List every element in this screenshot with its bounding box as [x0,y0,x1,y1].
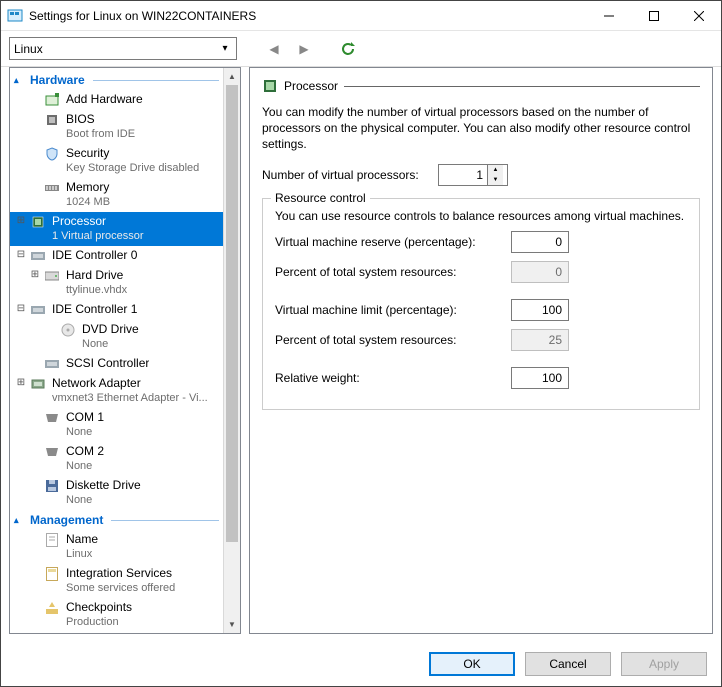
chevron-up-icon: ▴ [14,515,26,526]
vm-selector-value: Linux [14,42,218,56]
divider [111,520,219,521]
tree-item-integration[interactable]: Integration ServicesSome services offere… [10,564,223,598]
tree-item-diskette[interactable]: Diskette DriveNone [10,476,223,510]
fieldset-legend: Resource control [271,191,370,205]
processor-icon [262,78,278,94]
cancel-button[interactable]: Cancel [525,652,611,676]
detail-header: Processor [262,78,700,94]
hard-drive-icon [44,268,60,284]
reserve-pct-display [511,261,569,283]
detail-title: Processor [284,79,338,93]
expand-icon[interactable]: ⊞ [28,268,42,282]
reserve-label: Virtual machine reserve (percentage): [275,235,505,249]
collapse-icon[interactable]: ⊟ [14,248,28,262]
tree-item-bios[interactable]: BIOSBoot from IDE [10,110,223,144]
processor-icon [30,214,46,230]
tree-item-memory[interactable]: Memory1024 MB [10,178,223,212]
controller-icon [30,248,46,264]
apply-button[interactable]: Apply [621,652,707,676]
tree-item-checkpoints[interactable]: CheckpointsProduction [10,598,223,632]
tree-item-ide1[interactable]: ⊟ IDE Controller 1 [10,300,223,320]
serial-port-icon [44,444,60,460]
memory-icon [44,180,60,196]
chevron-up-icon: ▴ [14,75,26,86]
divider [93,80,219,81]
scroll-thumb[interactable] [226,85,238,542]
tree-item-hard-drive[interactable]: ⊞ Hard Drivettylinue.vhdx [10,266,223,300]
shield-icon [44,146,60,162]
reserve-input[interactable] [511,231,569,253]
floppy-icon [44,478,60,494]
management-section-label: Management [30,513,103,527]
detail-description: You can modify the number of virtual pro… [262,104,700,152]
integration-icon [44,566,60,582]
limit-pct-display [511,329,569,351]
toolbar: Linux ▾ ◀ ▶ [1,31,721,67]
limit-label: Virtual machine limit (percentage): [275,303,505,317]
num-processors-input[interactable] [439,165,487,185]
expand-icon[interactable]: ⊞ [14,214,28,228]
close-button[interactable] [676,1,721,31]
nav-forward-button[interactable]: ▶ [293,38,315,60]
controller-icon [30,302,46,318]
minimize-button[interactable] [586,1,631,31]
tree-item-smart-paging[interactable]: Smart Paging File LocationC:\ProgramData… [10,632,223,633]
tree-item-add-hardware[interactable]: Add Hardware [10,90,223,110]
app-icon [7,8,23,24]
tree-item-com1[interactable]: COM 1None [10,408,223,442]
titlebar: Settings for Linux on WIN22CONTAINERS [1,1,721,31]
settings-tree: ▴ Hardware Add Hardware BIOSBoot from ID… [9,67,241,634]
tree-item-dvd-drive[interactable]: DVD DriveNone [10,320,223,354]
num-processors-label: Number of virtual processors: [262,168,432,182]
ok-button[interactable]: OK [429,652,515,676]
checkpoints-icon [44,600,60,616]
chevron-down-icon: ▾ [218,43,232,54]
tree-item-processor[interactable]: ⊞ Processor1 Virtual processor [10,212,223,246]
tree-item-com2[interactable]: COM 2None [10,442,223,476]
hardware-section-label: Hardware [30,73,85,87]
scroll-down-button[interactable]: ▼ [224,616,240,633]
serial-port-icon [44,410,60,426]
name-icon [44,532,60,548]
tree-item-network-adapter[interactable]: ⊞ Network Adaptervmxnet3 Ethernet Adapte… [10,374,223,408]
hardware-section-header[interactable]: ▴ Hardware [10,70,223,90]
maximize-button[interactable] [631,1,676,31]
num-processors-row: Number of virtual processors: ▲ ▼ [262,164,700,186]
fieldset-description: You can use resource controls to balance… [275,209,687,223]
management-section-header[interactable]: ▴ Management [10,510,223,530]
expand-icon[interactable]: ⊞ [14,376,28,390]
add-hardware-icon [44,92,60,108]
dialog-footer: OK Cancel Apply [1,642,721,686]
resource-control-fieldset: Resource control You can use resource co… [262,198,700,410]
network-icon [30,376,46,392]
window-title: Settings for Linux on WIN22CONTAINERS [29,9,586,23]
tree-item-name[interactable]: NameLinux [10,530,223,564]
body: ▴ Hardware Add Hardware BIOSBoot from ID… [1,67,721,642]
refresh-button[interactable] [337,38,359,60]
scroll-up-button[interactable]: ▲ [224,68,240,85]
weight-label: Relative weight: [275,371,505,385]
controller-icon [44,356,60,372]
weight-input[interactable] [511,367,569,389]
reserve-pct-label: Percent of total system resources: [275,265,505,279]
tree-scrollbar[interactable]: ▲ ▼ [223,68,240,633]
tree-item-ide0[interactable]: ⊟ IDE Controller 0 [10,246,223,266]
divider [344,86,700,87]
nav-back-button[interactable]: ◀ [263,38,285,60]
spinner-down-button[interactable]: ▼ [488,175,503,185]
chip-icon [44,112,60,128]
detail-pane: Processor You can modify the number of v… [249,67,713,634]
settings-window: Settings for Linux on WIN22CONTAINERS Li… [0,0,722,687]
vm-selector-dropdown[interactable]: Linux ▾ [9,37,237,60]
limit-input[interactable] [511,299,569,321]
collapse-icon[interactable]: ⊟ [14,302,28,316]
disc-icon [60,322,76,338]
tree-item-scsi[interactable]: SCSI Controller [10,354,223,374]
limit-pct-label: Percent of total system resources: [275,333,505,347]
spinner-up-button[interactable]: ▲ [488,165,503,175]
tree-item-security[interactable]: SecurityKey Storage Drive disabled [10,144,223,178]
num-processors-spinner[interactable]: ▲ ▼ [438,164,508,186]
